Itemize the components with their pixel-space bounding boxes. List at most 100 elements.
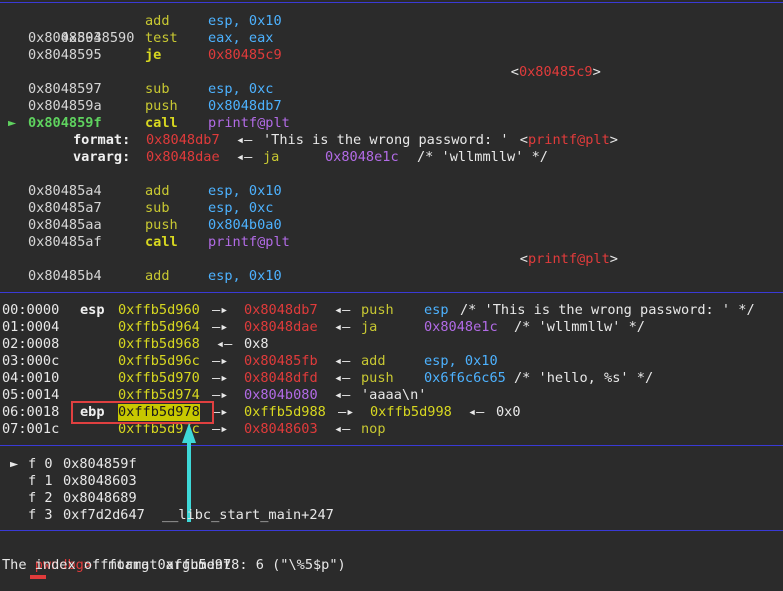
stack-register: esp	[80, 302, 105, 318]
ptr-arrow: —▸	[212, 387, 229, 403]
stack-offset: 05:0014	[2, 387, 60, 403]
arg-vararg-ptr: 0x8048dae	[146, 149, 220, 165]
stack-address: 0xffb5d96c	[118, 353, 200, 369]
stack-address: 0xffb5d960	[118, 302, 200, 318]
disasm-operands: 0x804b0a0	[208, 217, 282, 233]
back-arrow: ◂—	[334, 353, 351, 369]
frame-label: f 2	[28, 490, 53, 506]
stack-pointee-2: 0xffb5d998	[370, 404, 452, 420]
back-arrow: ◂—	[468, 404, 485, 420]
frame-symbol: __libc_start_main+247	[162, 507, 334, 523]
ebp-highlight-box	[71, 401, 214, 424]
stack-instr: add	[361, 353, 386, 369]
stack-pointee: 0x8048dae	[244, 319, 318, 335]
call-target-sym: printf@plt	[527, 251, 610, 267]
ptr-arrow: —▸	[212, 421, 229, 437]
stack-instr-op: esp	[424, 302, 449, 318]
stack-string: 'aaaa\n'	[361, 387, 427, 403]
disasm-mnemonic: je	[145, 47, 162, 63]
disasm-address: 0x80485a7	[28, 200, 102, 216]
stack-instr: ja	[361, 319, 378, 335]
stack-offset: 00:0000	[2, 302, 60, 318]
call-target-sym: printf@plt	[527, 132, 610, 148]
disasm-address: 0x8048597	[28, 81, 102, 97]
back-arrow: ◂—	[216, 336, 233, 352]
arg-format-ptr: 0x8048db7	[146, 132, 220, 148]
disasm-mnemonic: sub	[145, 81, 170, 97]
stack-offset: 07:001c	[2, 421, 60, 437]
stack-value: 0x0	[496, 404, 521, 420]
ptr-arrow: —▸	[212, 370, 229, 386]
arg-format-value: 'This is the wrong password: '	[263, 132, 509, 148]
stack-instr: push	[361, 302, 394, 318]
disasm-address: 0x804859a	[28, 98, 102, 114]
disasm-address: 0x80485a4	[28, 183, 102, 199]
disasm-address: 0x80485aa	[28, 217, 102, 233]
stack-pointee: 0x8048db7	[244, 302, 318, 318]
backtrace-pane: ► f 0 0x804859f f 1 0x8048603 f 2 0x8048…	[0, 445, 783, 530]
disasm-address: 0x80485b4	[28, 268, 102, 284]
arg-vararg-addr: 0x8048e1c	[325, 149, 399, 165]
disasm-mnemonic: add	[145, 183, 170, 199]
disasm-target: <printf@plt>	[519, 132, 618, 148]
stack-pane: 00:0000 esp 0xffb5d960 —▸ 0x8048db7 ◂— p…	[0, 292, 783, 445]
disasm-address: 0x8048593	[28, 30, 102, 46]
stack-offset: 06:0018	[2, 404, 60, 420]
frame-label: f 0	[28, 456, 53, 472]
arg-vararg-arrow: ◂—	[236, 149, 253, 165]
back-arrow: ◂—	[334, 387, 351, 403]
arg-vararg-comment: /* 'wllmmllw' */	[417, 149, 548, 165]
disasm-operands: esp, 0x10	[208, 268, 282, 284]
disasm-mnemonic: push	[145, 98, 178, 114]
disasm-operands: 0x8048db7	[208, 98, 282, 114]
current-instruction-marker: ►	[8, 115, 17, 131]
back-arrow: ◂—	[334, 302, 351, 318]
stack-pointee: 0x8048dfd	[244, 370, 318, 386]
stack-instr: nop	[361, 421, 386, 437]
stack-instr: push	[361, 370, 394, 386]
stack-address: 0xffb5d970	[118, 370, 200, 386]
console-output: The index of format argument : 6 ("\%5$p…	[2, 557, 346, 573]
disasm-address: 0x8048595	[28, 47, 102, 63]
disasm-mnemonic: call	[145, 234, 178, 250]
disasm-row: 0x8048590	[28, 13, 135, 46]
stack-instr-op: esp, 0x10	[424, 353, 498, 369]
ptr-arrow: —▸	[212, 404, 229, 420]
arg-format-arrow: ◂—	[236, 132, 253, 148]
disasm-target: <printf@plt>	[519, 251, 618, 267]
console-input-line[interactable]: pwndbg> fmtarg 0xffb5d978	[2, 540, 240, 573]
stack-offset: 02:0008	[2, 336, 60, 352]
disasm-target: <0x80485c9>	[510, 64, 601, 80]
disasm-mnemonic: call	[145, 115, 178, 131]
stack-instr-op: 0x8048e1c	[424, 319, 498, 335]
ptr-arrow: —▸	[212, 319, 229, 335]
stack-instr-op: 0x6f6c6c65	[424, 370, 506, 386]
stack-offset: 03:000c	[2, 353, 60, 369]
disasm-operands: esp, 0x10	[208, 183, 282, 199]
arg-vararg-label: vararg:	[73, 149, 131, 165]
disasm-mnemonic: add	[145, 13, 170, 29]
stack-address: 0xffb5d964	[118, 319, 200, 335]
disasm-operands: esp, 0x10	[208, 13, 282, 29]
frame-address: 0x8048689	[63, 490, 137, 506]
disasm-operands: printf@plt	[208, 234, 290, 250]
back-arrow: ◂—	[334, 421, 351, 437]
stack-pointee: 0x80485fb	[244, 353, 318, 369]
stack-address: 0xffb5d968	[118, 336, 200, 352]
arg-format-label: format:	[73, 132, 131, 148]
frame-address: 0x804859f	[63, 456, 137, 472]
disasm-operands: esp, 0xc	[208, 200, 274, 216]
frame-label: f 1	[28, 473, 53, 489]
ptr-arrow: —▸	[338, 404, 355, 420]
disasm-operands: printf@plt	[208, 115, 290, 131]
disasm-operands: 0x80485c9	[208, 47, 282, 63]
frame-address: 0xf7d2d647	[63, 507, 145, 523]
disasm-mnemonic: add	[145, 268, 170, 284]
stack-comment: /* 'hello, %s' */	[514, 370, 654, 386]
stack-value: 0x8	[244, 336, 269, 352]
disasm-mnemonic: push	[145, 217, 178, 233]
stack-pointee: 0xffb5d988	[244, 404, 326, 420]
disasm-address-current: 0x804859f	[28, 115, 102, 131]
console-pane[interactable]: pwndbg> fmtarg 0xffb5d978 The index of f…	[0, 530, 783, 579]
frame-label: f 3	[28, 507, 53, 523]
